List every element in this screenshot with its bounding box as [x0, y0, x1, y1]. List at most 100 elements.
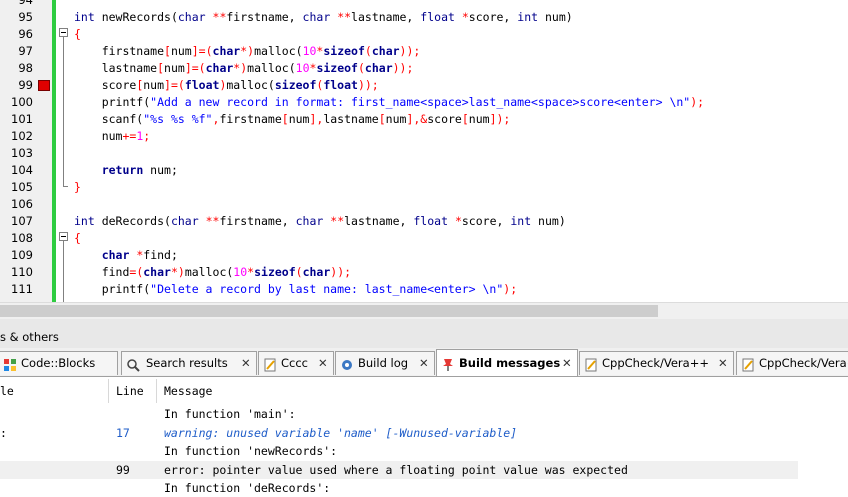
code-line[interactable]: 103	[0, 145, 848, 162]
tab-build-log[interactable]: Build log ✕	[335, 351, 435, 375]
code-token: num)	[538, 10, 573, 24]
message-row[interactable]: : 17 warning: unused variable 'name' [-Wun…	[0, 424, 798, 442]
header-label: le	[0, 384, 14, 398]
code-line[interactable]: 106	[0, 196, 848, 213]
column-divider[interactable]	[108, 379, 109, 403]
code-token: score,	[468, 10, 518, 24]
code-text: firstname[num]=(char*)malloc(10*sizeof(c…	[74, 43, 421, 60]
message-row[interactable]: In function 'main':	[0, 405, 798, 423]
code-token: char	[143, 265, 171, 279]
code-line[interactable]: 104 return num;	[0, 162, 848, 179]
code-text: find=(char*)malloc(10*sizeof(char));	[74, 264, 351, 281]
close-tab-icon[interactable]: ✕	[318, 352, 328, 374]
code-token: =(	[129, 265, 144, 279]
line-number: 98	[18, 61, 33, 75]
logs-panel-title: s & others	[0, 327, 848, 348]
tab-cccc[interactable]: Cccc ✕	[258, 351, 334, 375]
code-token: newRecords(	[94, 10, 178, 24]
column-header-line[interactable]: Line	[116, 377, 156, 405]
column-divider[interactable]	[156, 379, 157, 403]
code-line[interactable]: 109 char *find;	[0, 247, 848, 264]
code-token: ));	[357, 78, 379, 92]
code-token: [	[157, 61, 165, 75]
tab-cppcheck-vera[interactable]: CppCheck/Vera++ ✕	[579, 351, 734, 375]
breakpoint-marker-icon[interactable]	[38, 80, 50, 91]
code-line[interactable]: 110 find=(char*)malloc(10*sizeof(char));	[0, 264, 848, 281]
code-token: char	[371, 44, 400, 58]
message-cell: error: pointer value used where a floati…	[164, 462, 628, 477]
code-token: (	[364, 44, 372, 58]
tab-codeblocks[interactable]: Code::Blocks	[0, 351, 118, 375]
column-header-file[interactable]: le	[0, 377, 108, 405]
code-token: deRecords(	[94, 214, 171, 228]
pencil-doc-icon	[584, 357, 598, 372]
message-row[interactable]: In function 'deRecords':	[0, 479, 798, 497]
code-line[interactable]: 101 scanf("%s %s %f",firstname[num],last…	[0, 111, 848, 128]
line-number: 103	[11, 146, 33, 160]
splitter[interactable]	[0, 319, 848, 327]
build-messages-list[interactable]: le Line Message In function 'main':: 17 wa…	[0, 377, 848, 495]
code-text: score[num]=(float)malloc(sizeof(float));	[74, 77, 379, 94]
code-token: char	[177, 10, 206, 24]
code-token: firstname,	[226, 10, 303, 24]
close-tab-icon[interactable]: ✕	[718, 352, 728, 374]
message-cell: In function 'deRecords':	[164, 481, 331, 495]
code-token: char	[364, 61, 393, 75]
code-token: sizeof	[274, 78, 317, 92]
code-token: *	[461, 10, 469, 24]
code-token: num	[74, 129, 123, 143]
code-text: {	[74, 26, 81, 43]
code-line[interactable]: 108 {	[0, 230, 848, 247]
tab-build-messages[interactable]: Build messages ✕	[436, 349, 578, 376]
code-line[interactable]: 96 {	[0, 26, 848, 43]
code-token: char	[302, 10, 331, 24]
fold-toggle-icon[interactable]	[59, 28, 68, 37]
line-number: 97	[18, 44, 33, 58]
line-number: 100	[11, 95, 33, 109]
close-tab-icon[interactable]: ✕	[241, 352, 251, 374]
code-line[interactable]: 111 printf("Delete a record by last name…	[0, 281, 848, 298]
column-header-message[interactable]: Message	[164, 377, 764, 405]
code-line[interactable]: 102 num+=1;	[0, 128, 848, 145]
code-token: int	[517, 10, 539, 24]
code-token: ]=(	[191, 44, 213, 58]
code-line[interactable]: 107 int deRecords(char **firstname, char …	[0, 213, 848, 230]
code-token: (	[357, 61, 365, 75]
fold-toggle-icon[interactable]	[59, 232, 68, 241]
code-line[interactable]: 98 lastname[num]=(char*)malloc(10*sizeof…	[0, 60, 848, 77]
code-line[interactable]: 97 firstname[num]=(char*)malloc(10*sizeo…	[0, 43, 848, 60]
code-token: firstname	[74, 44, 165, 58]
code-token: );	[690, 95, 705, 109]
line-number: 104	[11, 163, 33, 177]
code-text: return num;	[74, 162, 178, 179]
code-token: }	[74, 180, 81, 194]
logs-tab-bar: Code::Blocks Search results ✕ Cccc ✕ Bui…	[0, 348, 848, 377]
close-tab-icon[interactable]: ✕	[419, 352, 429, 374]
code-line[interactable]: 105}	[0, 179, 848, 196]
header-label: Message	[164, 384, 213, 398]
line-number: 94	[18, 0, 33, 7]
code-editor[interactable]: 94 95 int newRecords(char **firstname, cha…	[0, 0, 848, 302]
line-number: 95	[18, 10, 33, 24]
message-row[interactable]: 99 error: pointer value used where a floa…	[0, 460, 798, 479]
scrollbar-thumb[interactable]	[0, 305, 658, 317]
tab-label: Code::Blocks	[21, 356, 96, 370]
code-line[interactable]: 99 score[num]=(float)malloc(sizeof(float…	[0, 77, 848, 94]
code-line[interactable]: 95 int newRecords(char **firstname, char …	[0, 9, 848, 26]
line-number: 99	[18, 78, 33, 92]
code-line[interactable]: 94	[0, 0, 848, 9]
code-token: malloc(	[226, 78, 275, 92]
close-tab-icon[interactable]: ✕	[562, 352, 572, 374]
code-line[interactable]: 100 printf("Add a new record in format: …	[0, 94, 848, 111]
tab-search-results[interactable]: Search results ✕	[121, 351, 257, 375]
tab-cppcheck-vera[interactable]: CppCheck/Vera++	[736, 351, 848, 375]
message-row[interactable]: In function 'newRecords':	[0, 442, 798, 460]
code-token: score	[427, 112, 462, 126]
horizontal-scrollbar[interactable]	[0, 302, 848, 319]
code-text: char *find;	[74, 247, 178, 264]
code-token: char	[212, 44, 241, 58]
tab-label: CppCheck/Vera++	[759, 356, 848, 370]
code-token: num	[468, 112, 490, 126]
code-token: find	[74, 265, 130, 279]
